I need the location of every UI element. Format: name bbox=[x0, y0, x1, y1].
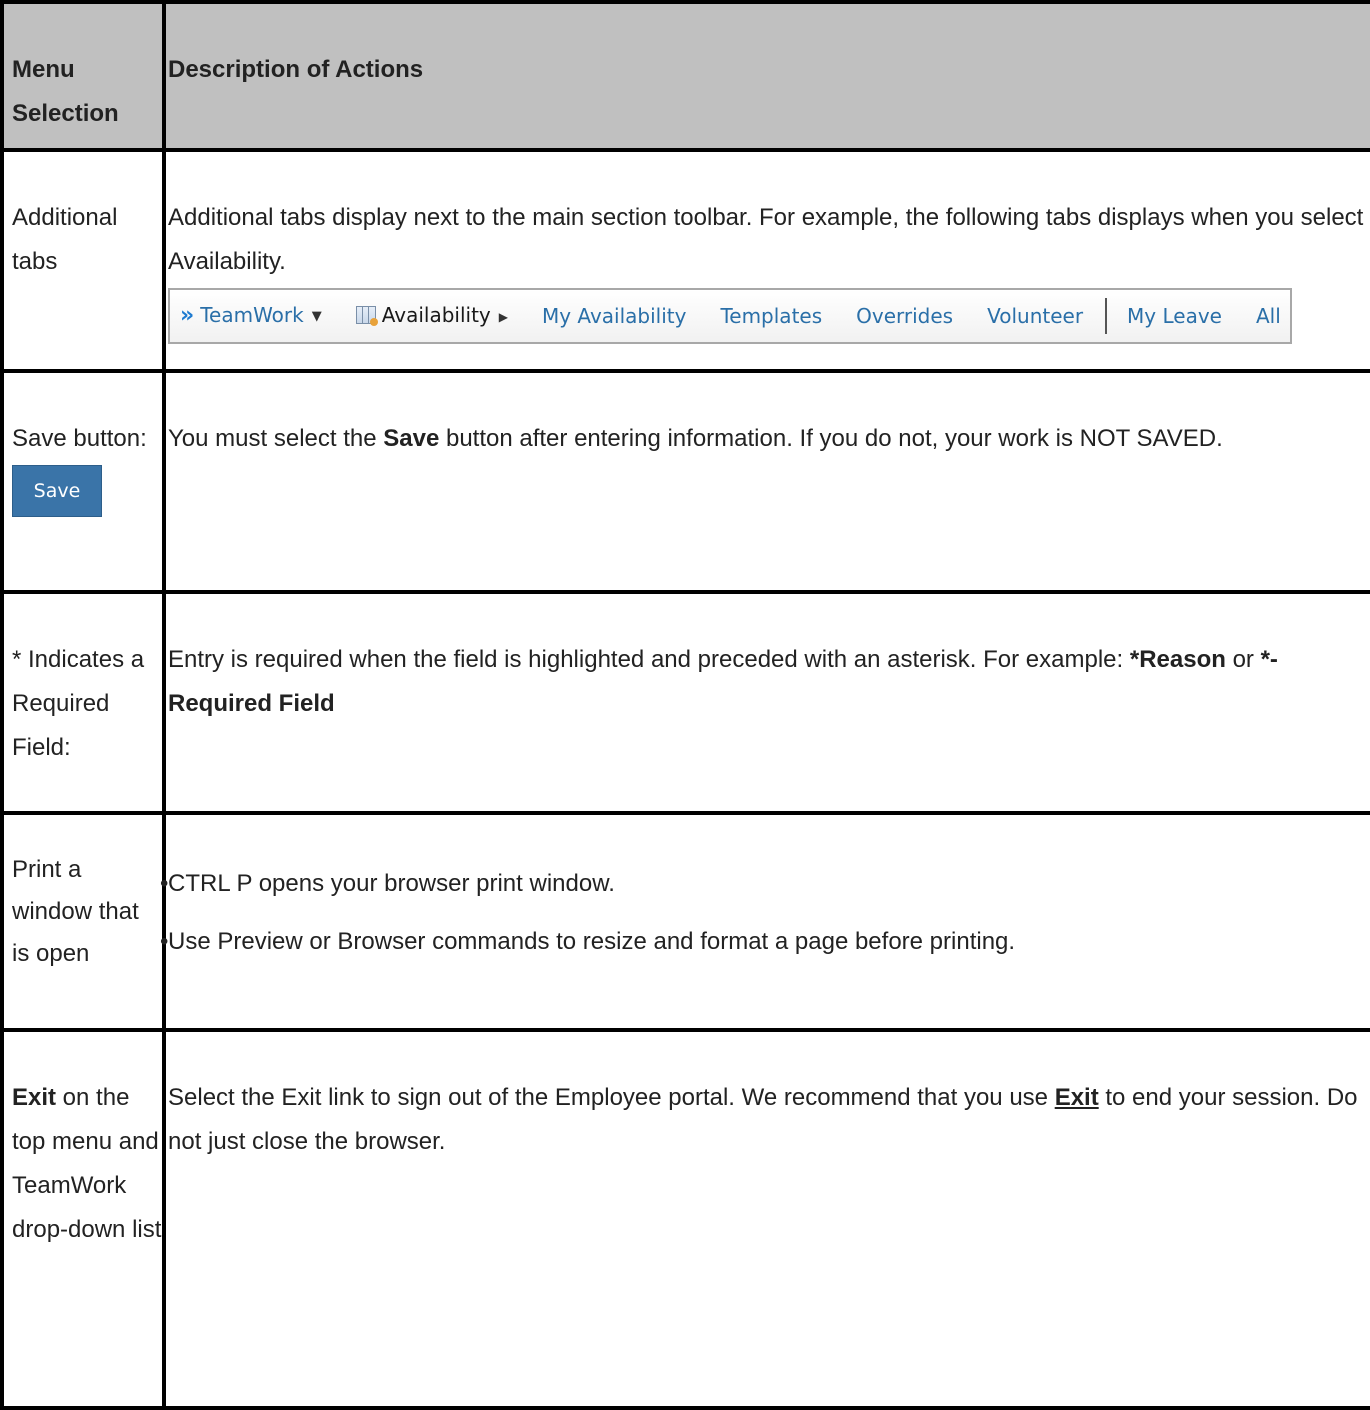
tab-templates[interactable]: Templates bbox=[720, 288, 822, 344]
header-description: Description of Actions bbox=[162, 0, 1370, 152]
exit-label-bold: Exit bbox=[12, 1084, 57, 1111]
row-label-additional-tabs: Additional tabs bbox=[0, 148, 166, 373]
menu-actions-table: Menu Selection Description of Actions Ad… bbox=[0, 0, 1370, 1410]
header-menu-selection: Menu Selection bbox=[0, 0, 166, 152]
tab-my-leave[interactable]: My Leave bbox=[1127, 288, 1222, 344]
list-item: CTRL P opens your browser print window. bbox=[160, 855, 1370, 913]
row-desc-required: Entry is required when the field is high… bbox=[162, 590, 1370, 815]
table-row: Print a window that is open CTRL P opens… bbox=[0, 811, 1370, 1032]
row-label-print: Print a window that is open bbox=[0, 811, 166, 1032]
table-row: Save button: Save You must select the Sa… bbox=[0, 369, 1370, 594]
row-desc-save: You must select the Save button after en… bbox=[162, 369, 1370, 594]
table-header-row: Menu Selection Description of Actions bbox=[0, 0, 1370, 152]
save-desc-text: You must select the bbox=[168, 425, 384, 452]
exit-link[interactable]: Exit bbox=[1055, 1084, 1099, 1111]
additional-tabs-text: Additional tabs display next to the main… bbox=[168, 204, 1364, 275]
save-desc-bold: Save bbox=[383, 425, 440, 452]
row-label-required-field: * Indicates a Required Field: bbox=[0, 590, 166, 815]
print-bullet-list: CTRL P opens your browser print window. … bbox=[160, 855, 1370, 971]
example-tab-toolbar: » TeamWork ▼ Availability ▶ My Availability… bbox=[168, 288, 1292, 344]
row-desc-print: CTRL P opens your browser print window. … bbox=[160, 811, 1370, 1032]
tab-all[interactable]: All bbox=[1256, 288, 1281, 344]
save-button[interactable]: Save bbox=[12, 465, 102, 517]
tab-availability[interactable]: Availability ▶ bbox=[355, 287, 508, 345]
double-chevron-icon: » bbox=[180, 303, 195, 329]
table-row: Exit on the top menu and TeamWork drop-d… bbox=[0, 1028, 1370, 1410]
save-label-text: Save button: bbox=[12, 425, 147, 452]
tab-teamwork[interactable]: » TeamWork ▼ bbox=[180, 287, 322, 345]
triangle-right-icon: ▶ bbox=[498, 309, 508, 324]
table-row: * Indicates a Required Field: Entry is r… bbox=[0, 590, 1370, 815]
exit-desc-text: Select the Exit link to sign out of the … bbox=[168, 1084, 1055, 1111]
calendar-icon bbox=[355, 306, 378, 327]
save-desc-text-2: button after entering information. If yo… bbox=[439, 425, 1223, 452]
required-example-reason: *Reason bbox=[1129, 646, 1226, 673]
toolbar-divider bbox=[1105, 298, 1108, 334]
row-label-save-button: Save button: Save bbox=[0, 369, 166, 594]
tab-volunteer[interactable]: Volunteer bbox=[987, 288, 1083, 344]
row-desc-exit: Select the Exit link to sign out of the … bbox=[162, 1028, 1370, 1410]
caret-down-icon: ▼ bbox=[311, 308, 322, 324]
required-desc-text: Entry is required when the field is high… bbox=[168, 646, 1130, 673]
required-desc-or: or bbox=[1225, 646, 1261, 673]
table-row: Additional tabs Additional tabs display … bbox=[0, 148, 1370, 373]
row-label-exit: Exit on the top menu and TeamWork drop-d… bbox=[0, 1028, 166, 1410]
tab-my-availability[interactable]: My Availability bbox=[542, 288, 686, 344]
row-desc-additional-tabs: Additional tabs display next to the main… bbox=[162, 148, 1370, 373]
tab-overrides[interactable]: Overrides bbox=[856, 288, 953, 344]
list-item: Use Preview or Browser commands to resiz… bbox=[160, 913, 1370, 971]
